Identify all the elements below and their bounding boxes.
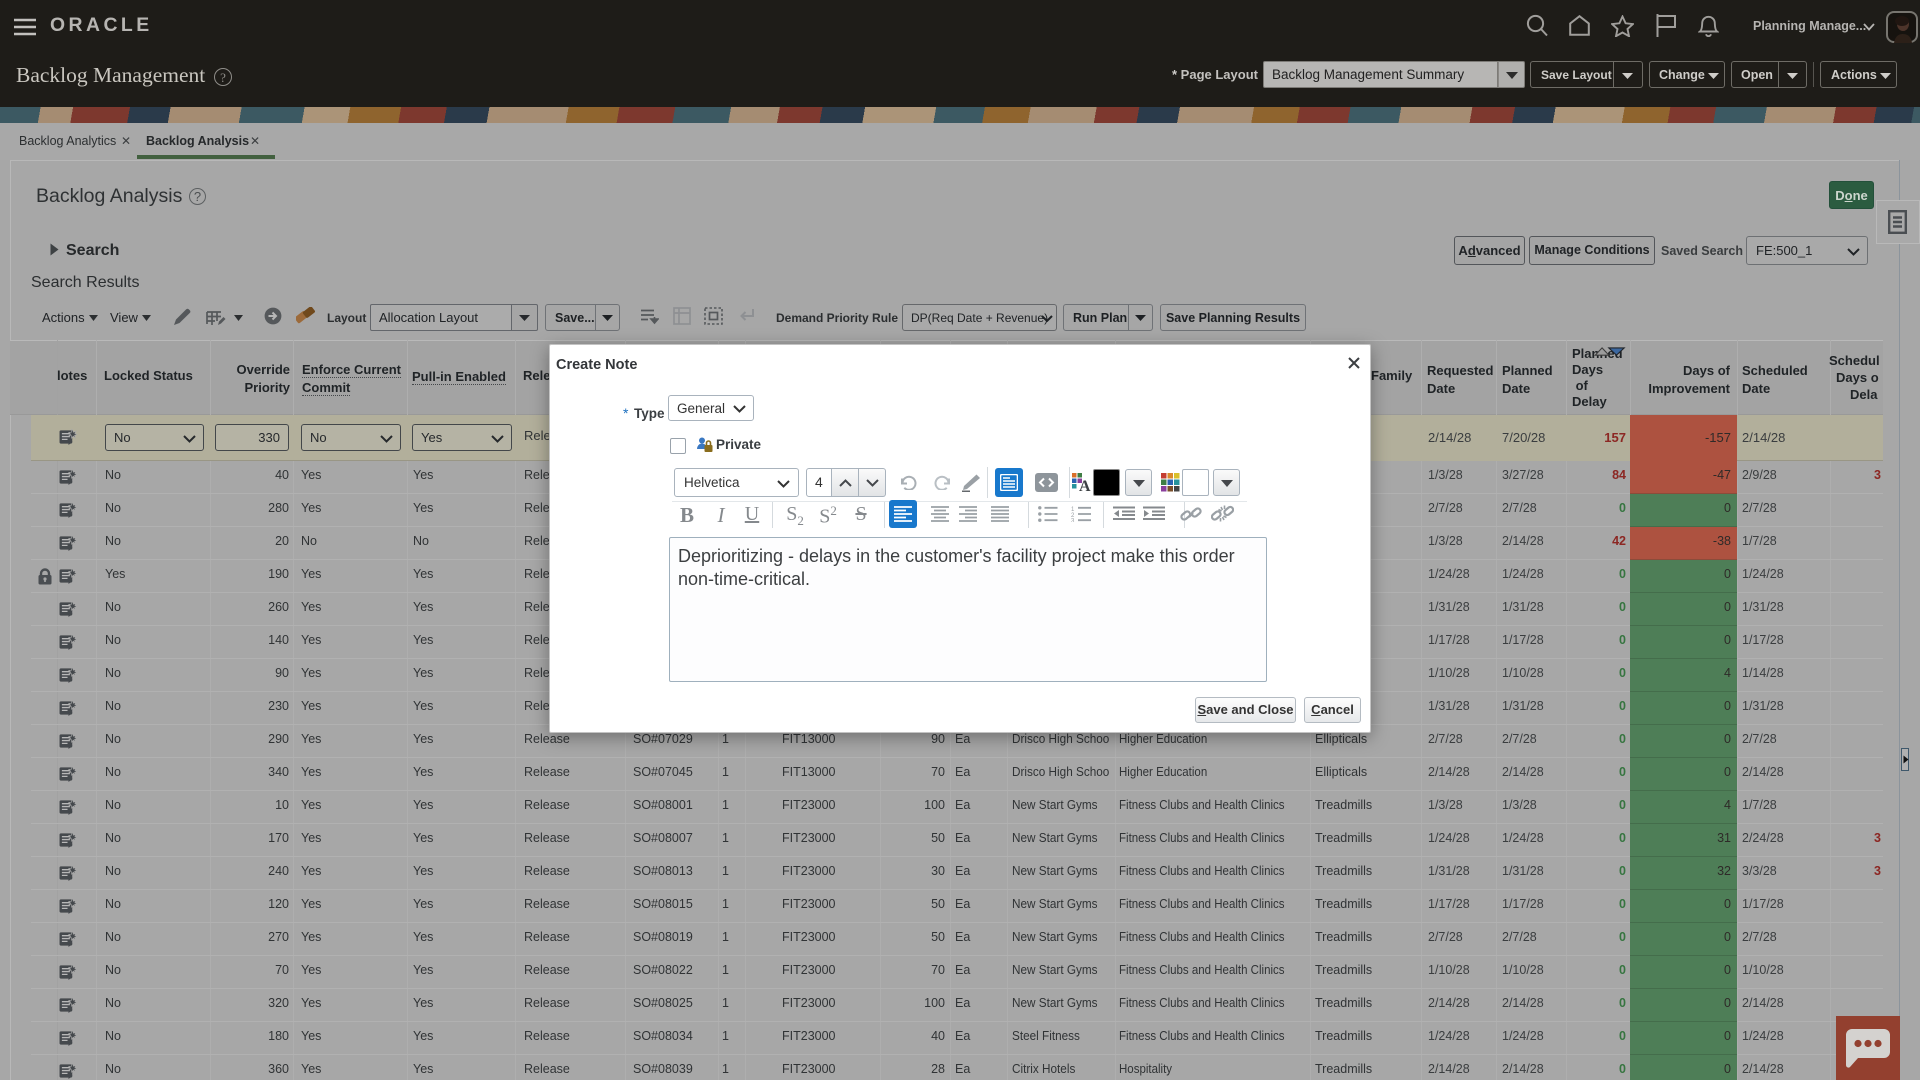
svg-text:A: A [1079, 478, 1091, 493]
svg-text:3: 3 [1071, 519, 1075, 523]
